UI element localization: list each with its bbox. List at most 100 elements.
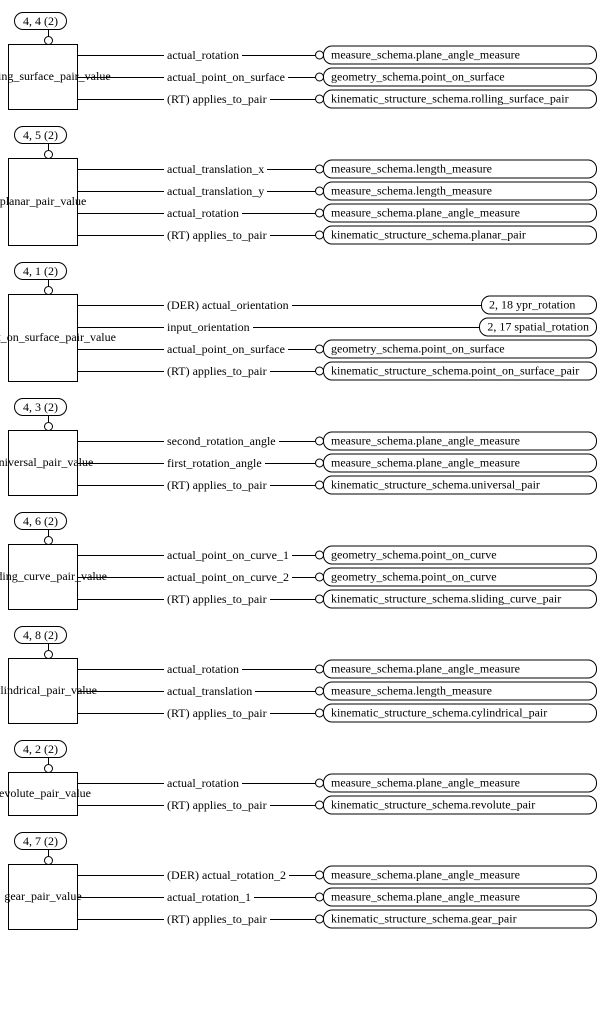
attribute-label: actual_rotation (164, 776, 242, 791)
attribute-row: (RT) applies_to_pair kinematic_structure_… (78, 88, 597, 110)
attribute-target: measure_schema.plane_angle_measure (323, 774, 597, 793)
attribute-label: actual_point_on_curve_2 (164, 570, 292, 585)
attribute-label: (RT) applies_to_pair (164, 92, 270, 107)
attribute-label: (DER) actual_rotation_2 (164, 868, 289, 883)
attribute-target-wrap: measure_schema.plane_angle_measure (315, 432, 597, 451)
attribute-label: actual_translation (164, 684, 255, 699)
attribute-label: (RT) applies_to_pair (164, 228, 270, 243)
entity-row: revolute_pair_value actual_rotation measur… (8, 772, 597, 816)
attribute-label: actual_rotation (164, 662, 242, 677)
attribute-target-wrap: measure_schema.plane_angle_measure (315, 46, 597, 65)
attribute-target-wrap: geometry_schema.point_on_curve (315, 568, 597, 587)
page-reference: 4, 1 (2) (14, 262, 67, 280)
entity-box: *sliding_curve_pair_value (8, 544, 78, 610)
attribute-label: (DER) actual_orientation (164, 298, 292, 313)
entity-block: 4, 2 (2) revolute_pair_value actual_rotati… (8, 740, 597, 816)
page-reference: 4, 2 (2) (14, 740, 67, 758)
attribute-row: actual_rotation measure_schema.plane_angl… (78, 44, 597, 66)
attribute-target-wrap: geometry_schema.point_on_surface (315, 340, 597, 359)
attribute-target-wrap: kinematic_structure_schema.planar_pair (315, 226, 597, 245)
attribute-target-wrap: geometry_schema.point_on_curve (315, 546, 597, 565)
attribute-label: (RT) applies_to_pair (164, 706, 270, 721)
page-reference: 4, 7 (2) (14, 832, 67, 850)
attribute-label: (RT) applies_to_pair (164, 364, 270, 379)
attribute-row: (RT) applies_to_pairkinematic_structure_… (78, 474, 597, 496)
entity-block: 4, 4 (2)*rolling_surface_pair_valueactua… (8, 12, 597, 110)
entity-block: 4, 6 (2)*sliding_curve_pair_valueactual_… (8, 512, 597, 610)
attributes-container: actual_point_on_curve_1geometry_schema.p… (78, 544, 597, 610)
attribute-row: actual_point_on_curve_2 geometry_schema.p… (78, 566, 597, 588)
attribute-target-wrap: geometry_schema.point_on_surface (315, 68, 597, 87)
attributes-container: actual_rotation measure_schema.plane_angl… (78, 44, 597, 110)
attribute-target: kinematic_structure_schema.universal_pai… (323, 476, 597, 495)
attribute-label: (RT) applies_to_pair (164, 798, 270, 813)
entity-row: gear_pair_value(DER) actual_rotation_2me… (8, 864, 597, 930)
page-reference: 4, 3 (2) (14, 398, 67, 416)
entity-box: gear_pair_value (8, 864, 78, 930)
attribute-row: (DER) actual_rotation_2 measure_schema.pl… (78, 864, 597, 886)
attribute-target-wrap: kinematic_structure_schema.point_on_surf… (315, 362, 597, 381)
attribute-label: actual_rotation (164, 48, 242, 63)
attribute-target-wrap: 2, 17 spatial_rotation (479, 318, 597, 337)
page-reference: 4, 8 (2) (14, 626, 67, 644)
attributes-container: (DER) actual_orientation 2, 18 ypr_rotati… (78, 294, 597, 382)
attribute-target: kinematic_structure_schema.gear_pair (323, 910, 597, 929)
attribute-target-wrap: kinematic_structure_schema.cylindrical_p… (315, 704, 597, 723)
attribute-label: (RT) applies_to_pair (164, 592, 270, 607)
attribute-row: actual_rotation_1 measure_schema.plane_an… (78, 886, 597, 908)
attribute-target-wrap: measure_schema.length_measure (315, 682, 597, 701)
attribute-target-wrap: kinematic_structure_schema.universal_pai… (315, 476, 597, 495)
attribute-target-wrap: measure_schema.plane_angle_measure (315, 660, 597, 679)
attribute-label: actual_point_on_surface (164, 342, 288, 357)
attribute-row: actual_translation measure_schema.length_… (78, 680, 597, 702)
attribute-target-wrap: measure_schema.plane_angle_measure (315, 774, 597, 793)
attribute-target: kinematic_structure_schema.point_on_surf… (323, 362, 597, 381)
entity-box: cylindrical_pair_value (8, 658, 78, 724)
attribute-label: (RT) applies_to_pair (164, 912, 270, 927)
attribute-row: first_rotation_anglemeasure_schema.plane… (78, 452, 597, 474)
entity-row: universal_pair_valuesecond_rotation_angl… (8, 430, 597, 496)
attribute-row: (DER) actual_orientation 2, 18 ypr_rotati… (78, 294, 597, 316)
attribute-target: measure_schema.plane_angle_measure (323, 46, 597, 65)
attribute-target-wrap: measure_schema.plane_angle_measure (315, 866, 597, 885)
entity-block: 4, 1 (2) *point_on_surface_pair_value(DER… (8, 262, 597, 382)
attribute-target: 2, 18 ypr_rotation (481, 296, 597, 315)
entity-block: 4, 8 (2) cylindrical_pair_value actual_rot… (8, 626, 597, 724)
attribute-target: geometry_schema.point_on_surface (323, 340, 597, 359)
attribute-target: measure_schema.plane_angle_measure (323, 888, 597, 907)
attribute-target: measure_schema.plane_angle_measure (323, 432, 597, 451)
attribute-target-wrap: kinematic_structure_schema.sliding_curve… (315, 590, 597, 609)
attribute-target: 2, 17 spatial_rotation (479, 318, 597, 337)
attribute-target: measure_schema.plane_angle_measure (323, 204, 597, 223)
attribute-target: kinematic_structure_schema.rolling_surfa… (323, 90, 597, 109)
attribute-row: actual_translation_xmeasure_schema.lengt… (78, 158, 597, 180)
entity-row: *point_on_surface_pair_value(DER) actual… (8, 294, 597, 382)
attribute-row: actual_rotationmeasure_schema.plane_angl… (78, 202, 597, 224)
attribute-row: (RT) applies_to_pair kinematic_structure_… (78, 908, 597, 930)
entity-box: planar_pair_value (8, 158, 78, 246)
attribute-label: second_rotation_angle (164, 434, 279, 449)
attribute-row: actual_point_on_curve_1geometry_schema.p… (78, 544, 597, 566)
attribute-label: input_orientation (164, 320, 253, 335)
attribute-target-wrap: measure_schema.length_measure (315, 182, 597, 201)
attribute-label: actual_translation_x (164, 162, 267, 177)
attribute-target-wrap: measure_schema.plane_angle_measure (315, 888, 597, 907)
attributes-container: actual_translation_x measure_schema.lengt… (78, 158, 597, 246)
page-reference: 4, 4 (2) (14, 12, 67, 30)
entity-row: *sliding_curve_pair_valueactual_point_on… (8, 544, 597, 610)
attribute-label: actual_rotation_1 (164, 890, 254, 905)
attributes-container: (DER) actual_rotation_2 measure_schema.pl… (78, 864, 597, 930)
attribute-label: actual_translation_y (164, 184, 267, 199)
entity-box: *rolling_surface_pair_value (8, 44, 78, 110)
attribute-label: actual_point_on_surface (164, 70, 288, 85)
attribute-target: measure_schema.length_measure (323, 182, 597, 201)
entity-block: 4, 3 (2) universal_pair_valuesecond_rotat… (8, 398, 597, 496)
entity-box: revolute_pair_value (8, 772, 78, 816)
attribute-row: actual_point_on_surface geometry_schema.p… (78, 66, 597, 88)
attribute-target-wrap: kinematic_structure_schema.revolute_pair (315, 796, 597, 815)
attributes-container: second_rotation_angle measure_schema.plan… (78, 430, 597, 496)
attribute-row: second_rotation_angle measure_schema.plan… (78, 430, 597, 452)
attribute-target: geometry_schema.point_on_curve (323, 568, 597, 587)
attribute-target-wrap: 2, 18 ypr_rotation (481, 296, 597, 315)
entity-row: *rolling_surface_pair_valueactual_rotati… (8, 44, 597, 110)
